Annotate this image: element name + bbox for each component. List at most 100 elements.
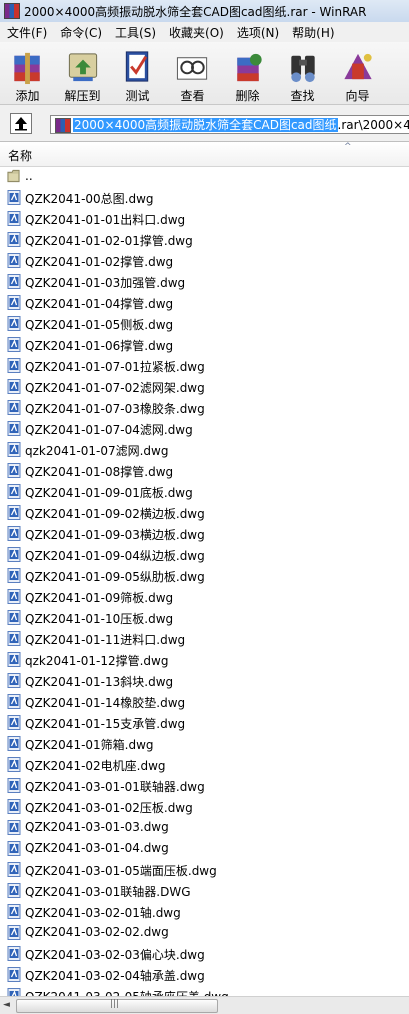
file-row[interactable]: QZK2041-03-02-01轴.dwg	[0, 901, 409, 922]
file-row[interactable]: QZK2041-03-02-04轴承盖.dwg	[0, 964, 409, 985]
file-row[interactable]: qzk2041-01-07滤网.dwg	[0, 439, 409, 460]
file-name: QZK2041-03-01-05端面压板.dwg	[25, 864, 217, 878]
file-name: QZK2041-01-07-01拉紧板.dwg	[25, 360, 205, 374]
file-row[interactable]: qzk2041-01-12撑管.dwg	[0, 649, 409, 670]
file-row[interactable]: QZK2041-03-01联轴器.DWG	[0, 880, 409, 901]
column-header-name[interactable]: 名称	[8, 147, 32, 164]
file-row[interactable]: QZK2041-01-01出料口.dwg	[0, 208, 409, 229]
dwg-file-icon	[7, 820, 21, 835]
file-row[interactable]: QZK2041-01-11进料口.dwg	[0, 628, 409, 649]
file-row[interactable]: QZK2041-03-01-02压板.dwg	[0, 796, 409, 817]
toolbar-button-label: 删除	[235, 89, 260, 103]
file-name: QZK2041-01-06撑管.dwg	[25, 339, 174, 353]
file-row[interactable]: QZK2041-01-13斜块.dwg	[0, 670, 409, 691]
dwg-file-icon	[7, 757, 21, 772]
path-rest-text: .rar\2000×40	[337, 118, 409, 132]
up-folder-button[interactable]	[10, 113, 32, 134]
file-row[interactable]: QZK2041-01-09-02横边板.dwg	[0, 502, 409, 523]
dwg-file-icon	[7, 631, 21, 646]
file-row[interactable]: QZK2041-03-01-03.dwg	[0, 817, 409, 838]
dwg-file-icon	[7, 778, 21, 793]
file-row[interactable]: QZK2041-01-09-03横边板.dwg	[0, 523, 409, 544]
file-name: QZK2041-01-02-01撑管.dwg	[25, 234, 193, 248]
file-row[interactable]: QZK2041-01筛箱.dwg	[0, 733, 409, 754]
file-row[interactable]: QZK2041-01-07-03橡胶条.dwg	[0, 397, 409, 418]
file-name: QZK2041-01-07-02滤网架.dwg	[25, 381, 205, 395]
file-row[interactable]: QZK2041-01-10压板.dwg	[0, 607, 409, 628]
file-row[interactable]: QZK2041-03-02-02.dwg	[0, 922, 409, 943]
dwg-file-icon	[7, 673, 21, 688]
file-row[interactable]: QZK2041-01-02撑管.dwg	[0, 250, 409, 271]
file-row[interactable]: QZK2041-03-01-01联轴器.dwg	[0, 775, 409, 796]
file-name: QZK2041-01-13斜块.dwg	[25, 675, 174, 689]
menu-item[interactable]: 帮助(H)	[285, 24, 340, 41]
file-name: QZK2041-01-14橡胶垫.dwg	[25, 696, 186, 710]
menu-item[interactable]: 收藏夹(O)	[162, 24, 230, 41]
toolbar-button-label: 查看	[180, 89, 205, 103]
dwg-file-icon	[7, 883, 21, 898]
file-row[interactable]: QZK2041-03-01-05端面压板.dwg	[0, 859, 409, 880]
toolbar-button-view[interactable]: 查看	[165, 42, 220, 104]
file-name: qzk2041-01-07滤网.dwg	[25, 444, 169, 458]
file-name: QZK2041-01-09-02横边板.dwg	[25, 507, 205, 521]
file-row[interactable]: QZK2041-01-06撑管.dwg	[0, 334, 409, 355]
file-name: ..	[25, 169, 33, 183]
toolbar-button-find[interactable]: 查找	[275, 42, 330, 104]
file-row[interactable]: QZK2041-01-09-04纵边板.dwg	[0, 544, 409, 565]
dwg-file-icon	[7, 442, 21, 457]
file-name: QZK2041-03-01-01联轴器.dwg	[25, 780, 205, 794]
file-name: QZK2041-01-09筛板.dwg	[25, 591, 174, 605]
path-field[interactable]: 2000×4000高频振动脱水筛全套CAD图cad图纸.rar\2000×40	[50, 115, 409, 134]
file-row[interactable]: QZK2041-00总图.dwg	[0, 187, 409, 208]
scroll-left-icon[interactable]: ◄	[3, 1000, 10, 1010]
file-name: QZK2041-01-07-04滤网.dwg	[25, 423, 193, 437]
file-row[interactable]: QZK2041-01-14橡胶垫.dwg	[0, 691, 409, 712]
file-row[interactable]: QZK2041-01-07-04滤网.dwg	[0, 418, 409, 439]
file-name: QZK2041-01-11进料口.dwg	[25, 633, 186, 647]
file-name: QZK2041-01-09-03横边板.dwg	[25, 528, 205, 542]
file-row[interactable]: QZK2041-01-15支承管.dwg	[0, 712, 409, 733]
file-row[interactable]: QZK2041-01-07-01拉紧板.dwg	[0, 355, 409, 376]
add-archive-icon	[13, 52, 40, 85]
file-row[interactable]: QZK2041-03-01-04.dwg	[0, 838, 409, 859]
dwg-file-icon	[7, 463, 21, 478]
file-row[interactable]: QZK2041-01-05侧板.dwg	[0, 313, 409, 334]
delete-icon	[236, 53, 262, 82]
toolbar-button-label: 向导	[345, 89, 370, 103]
file-row[interactable]: QZK2041-01-08撑管.dwg	[0, 460, 409, 481]
dwg-file-icon	[7, 715, 21, 730]
menu-item[interactable]: 文件(F)	[0, 24, 53, 41]
file-name: QZK2041-01-07-03橡胶条.dwg	[25, 402, 205, 416]
toolbar-button-add-archive[interactable]: 添加	[0, 42, 55, 104]
file-row[interactable]: QZK2041-01-03加强管.dwg	[0, 271, 409, 292]
toolbar-button-delete[interactable]: 删除	[220, 42, 275, 104]
file-row[interactable]: QZK2041-01-07-02滤网架.dwg	[0, 376, 409, 397]
file-row[interactable]: QZK2041-01-04撑管.dwg	[0, 292, 409, 313]
file-row[interactable]: QZK2041-02电机座.dwg	[0, 754, 409, 775]
scrollbar-thumb[interactable]: |||	[16, 999, 218, 1013]
dwg-file-icon	[7, 904, 21, 919]
parent-folder-row[interactable]: ..	[0, 166, 409, 187]
dwg-file-icon	[7, 862, 21, 877]
toolbar-button-test[interactable]: 测试	[110, 42, 165, 104]
dwg-file-icon	[7, 505, 21, 520]
file-row[interactable]: QZK2041-03-02-05轴承座压盖.dwg	[0, 985, 409, 996]
file-name: QZK2041-01-04撑管.dwg	[25, 297, 174, 311]
file-name: QZK2041-01-09-04纵边板.dwg	[25, 549, 205, 563]
column-header-row: 名称 ^	[0, 142, 409, 167]
horizontal-scrollbar[interactable]: ◄ |||	[0, 996, 409, 1014]
file-name: QZK2041-01-05侧板.dwg	[25, 318, 174, 332]
toolbar: 添加 解压到 测试 查看 删除 查找 向导	[0, 42, 409, 105]
menu-item[interactable]: 命令(C)	[53, 24, 108, 41]
wizard-icon	[343, 53, 372, 80]
menu-item[interactable]: 工具(S)	[108, 24, 162, 41]
menu-item[interactable]: 选项(N)	[230, 24, 285, 41]
file-row[interactable]: QZK2041-01-02-01撑管.dwg	[0, 229, 409, 250]
file-row[interactable]: QZK2041-01-09-05纵肋板.dwg	[0, 565, 409, 586]
file-row[interactable]: QZK2041-01-09筛板.dwg	[0, 586, 409, 607]
toolbar-button-wizard[interactable]: 向导	[330, 42, 385, 104]
file-row[interactable]: QZK2041-03-02-03偏心块.dwg	[0, 943, 409, 964]
sort-ascending-icon: ^	[344, 142, 352, 152]
toolbar-button-extract-to[interactable]: 解压到	[55, 42, 110, 104]
file-row[interactable]: QZK2041-01-09-01底板.dwg	[0, 481, 409, 502]
